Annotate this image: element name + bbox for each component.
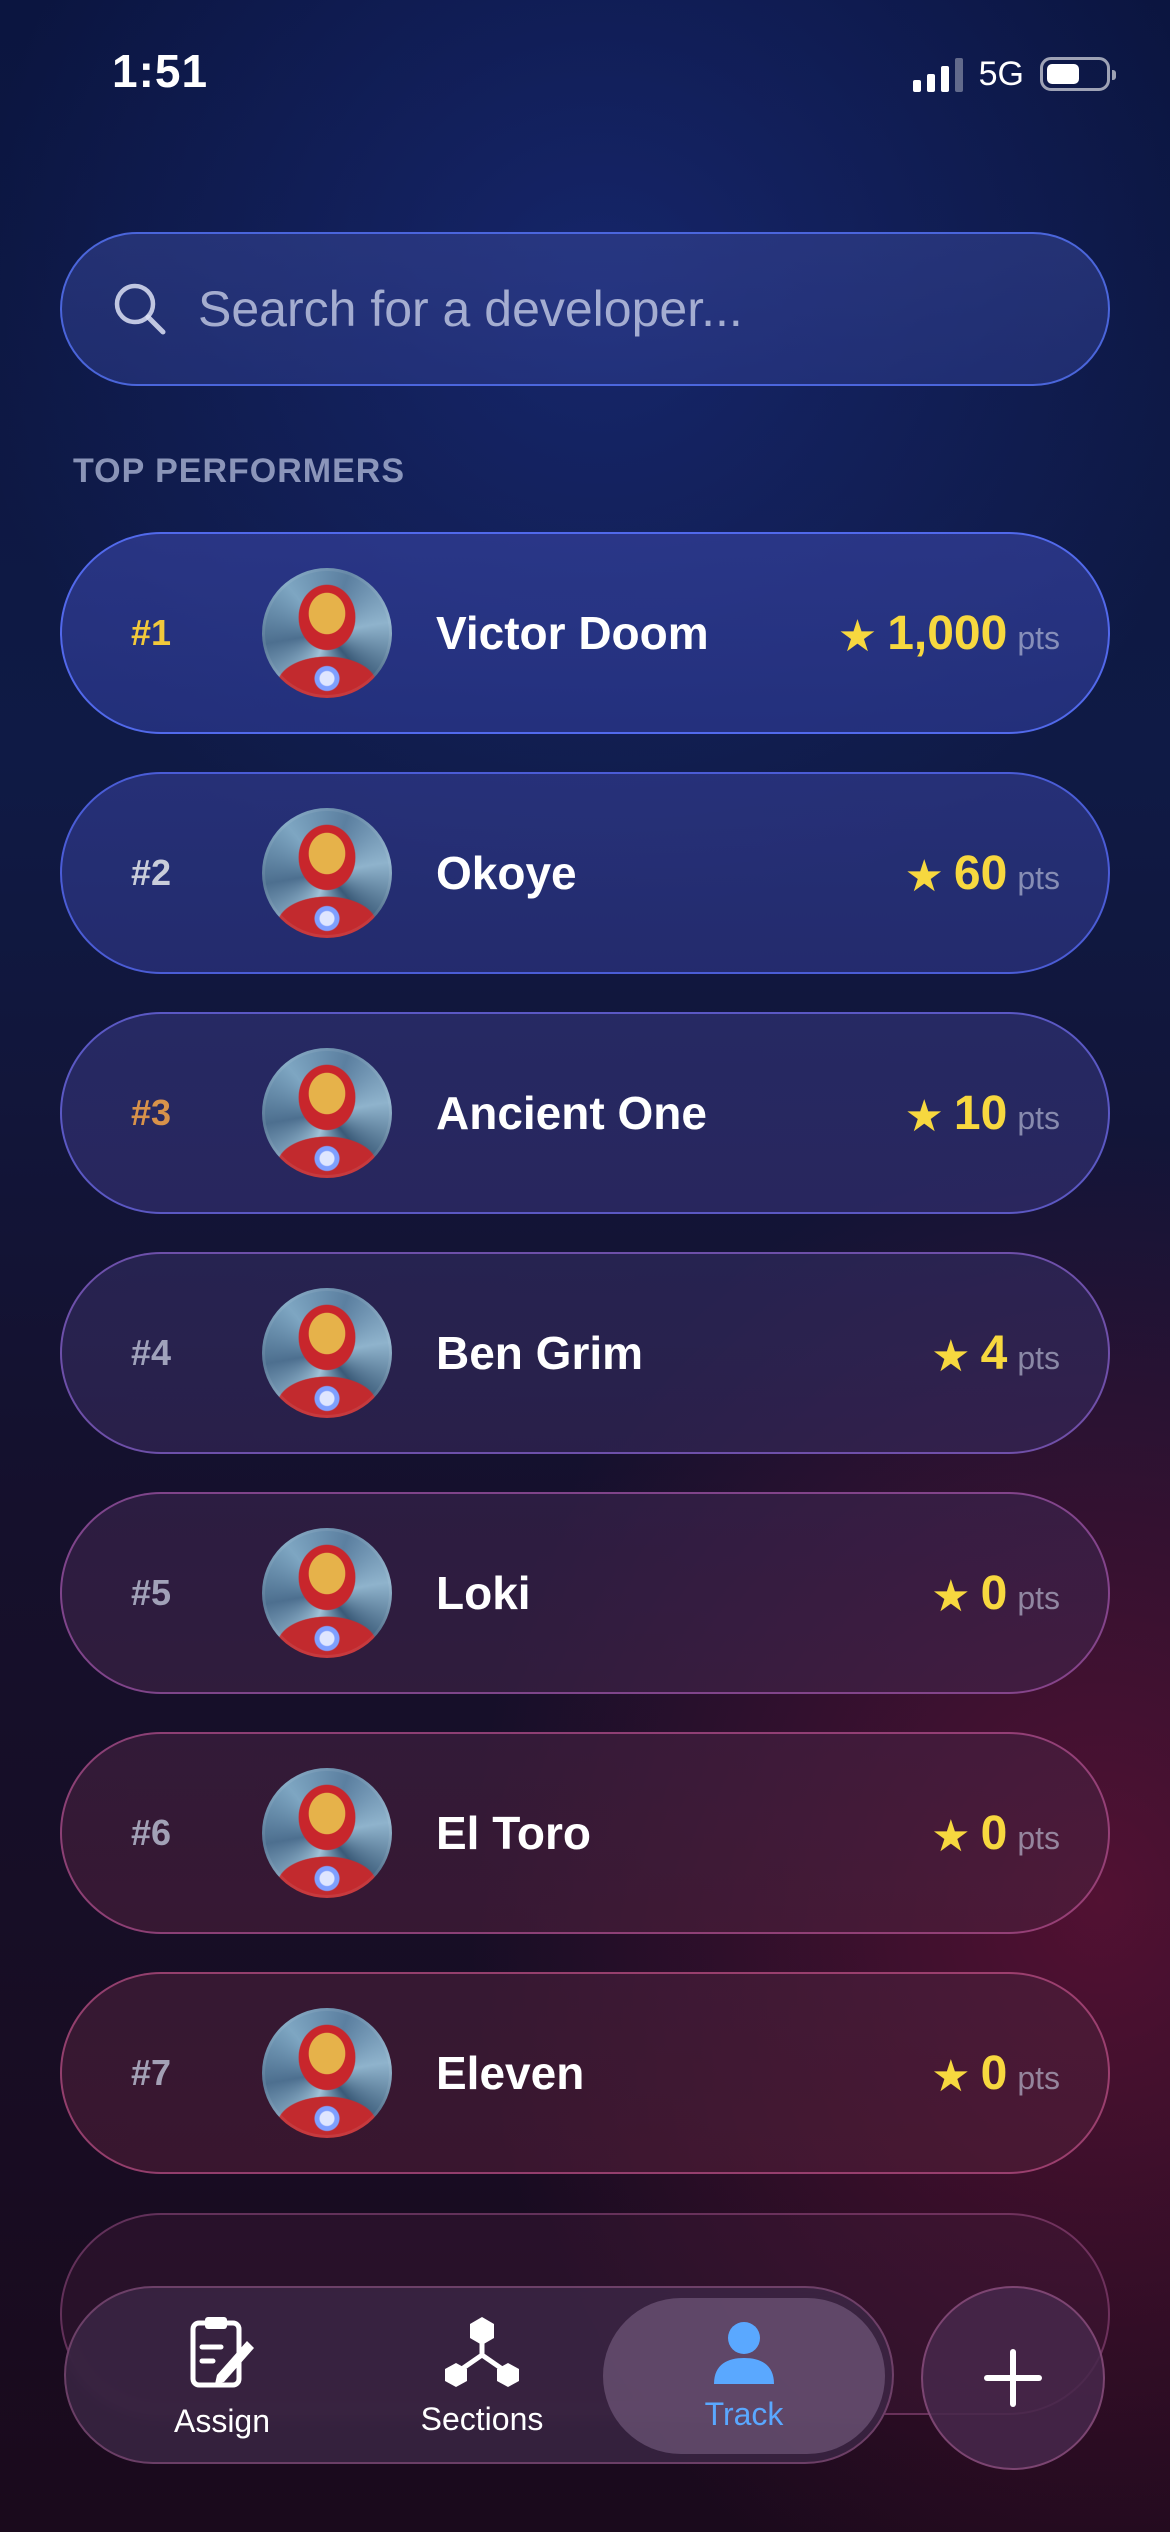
performer-name: Ancient One — [436, 1087, 707, 1139]
avatar — [262, 1048, 392, 1178]
points-unit: pts — [1017, 1579, 1060, 1616]
performer-name: Victor Doom — [436, 607, 709, 659]
points-unit: pts — [1017, 1099, 1060, 1136]
tab-label: Track — [704, 2395, 784, 2432]
points-unit: pts — [1017, 2059, 1060, 2096]
rank-label: #5 — [130, 1572, 172, 1613]
nodes-icon — [442, 2315, 522, 2391]
star-icon: ★ — [931, 1571, 971, 1621]
points-unit: pts — [1017, 619, 1060, 656]
performer-name: El Toro — [436, 1807, 592, 1859]
person-icon — [712, 2320, 776, 2386]
avatar — [262, 1288, 392, 1418]
network-type: 5G — [978, 54, 1024, 93]
cellular-signal-icon — [912, 56, 963, 92]
plus-icon — [984, 2349, 1042, 2407]
rank-label: #4 — [130, 1332, 172, 1373]
rank-label: #6 — [130, 1812, 172, 1853]
add-button[interactable] — [921, 2286, 1105, 2470]
rank-label: #3 — [130, 1092, 172, 1133]
points-value: 60 — [953, 846, 1008, 900]
rank-label: #7 — [130, 2052, 172, 2093]
avatar — [262, 1528, 392, 1658]
performer-row[interactable]: #3 Ancient One ★ 10 pts — [60, 1012, 1110, 1214]
performer-row[interactable]: #6 El Toro ★ 0 pts — [60, 1732, 1110, 1934]
tab-label: Sections — [420, 2400, 544, 2437]
performer-row[interactable]: #1 Victor Doom ★ 1,000 pts — [60, 532, 1110, 734]
tab-bar: Assign Sections Track — [64, 2286, 894, 2464]
performer-row[interactable]: #7 Eleven ★ 0 pts — [60, 1972, 1110, 2174]
points-value: 0 — [980, 2046, 1008, 2100]
rank-label: #2 — [130, 852, 172, 893]
performer-name: Okoye — [436, 847, 577, 899]
tab-track[interactable]: Track — [603, 2298, 885, 2454]
status-indicators: 5G — [912, 52, 1116, 96]
star-icon: ★ — [904, 851, 944, 901]
points-unit: pts — [1017, 859, 1060, 896]
clipboard-edit-icon — [187, 2313, 257, 2393]
score: ★ 0 pts — [931, 1806, 1108, 1861]
performer-row[interactable]: #5 Loki ★ 0 pts — [60, 1492, 1110, 1694]
avatar — [262, 2008, 392, 2138]
points-value: 4 — [980, 1326, 1008, 1380]
score: ★ 10 pts — [904, 1086, 1108, 1141]
status-bar: 1:51 5G — [0, 0, 1170, 150]
star-icon: ★ — [904, 1091, 944, 1141]
battery-icon — [1040, 57, 1116, 91]
score: ★ 60 pts — [904, 846, 1108, 901]
score: ★ 1,000 pts — [838, 606, 1108, 661]
performer-name: Loki — [436, 1567, 531, 1619]
points-value: 1,000 — [887, 606, 1008, 660]
score: ★ 0 pts — [931, 1566, 1108, 1621]
performer-name: Ben Grim — [436, 1327, 644, 1379]
tab-assign[interactable]: Assign — [102, 2298, 342, 2454]
rank-label: #1 — [130, 612, 172, 653]
star-icon: ★ — [837, 611, 878, 661]
points-value: 10 — [953, 1086, 1008, 1140]
points-value: 0 — [980, 1566, 1008, 1620]
search-icon — [112, 281, 168, 337]
points-unit: pts — [1017, 1339, 1060, 1376]
performer-row[interactable]: #4 Ben Grim ★ 4 pts — [60, 1252, 1110, 1454]
search-input[interactable] — [198, 234, 1108, 384]
points-unit: pts — [1017, 1819, 1060, 1856]
score: ★ 4 pts — [931, 1326, 1108, 1381]
status-time: 1:51 — [112, 45, 209, 97]
performer-name: Eleven — [436, 2047, 585, 2099]
battery-level — [1047, 64, 1080, 84]
performer-row[interactable]: #2 Okoye ★ 60 pts — [60, 772, 1110, 974]
star-icon: ★ — [931, 1811, 971, 1861]
tab-label: Assign — [173, 2402, 271, 2439]
avatar — [262, 808, 392, 938]
star-icon: ★ — [931, 1331, 971, 1381]
avatar — [262, 568, 392, 698]
points-value: 0 — [980, 1806, 1008, 1860]
search-bar[interactable] — [60, 232, 1110, 386]
section-title: TOP PERFORMERS — [73, 452, 406, 490]
avatar — [262, 1768, 392, 1898]
star-icon: ★ — [931, 2051, 971, 2101]
tab-sections[interactable]: Sections — [362, 2298, 602, 2454]
score: ★ 0 pts — [931, 2046, 1108, 2101]
